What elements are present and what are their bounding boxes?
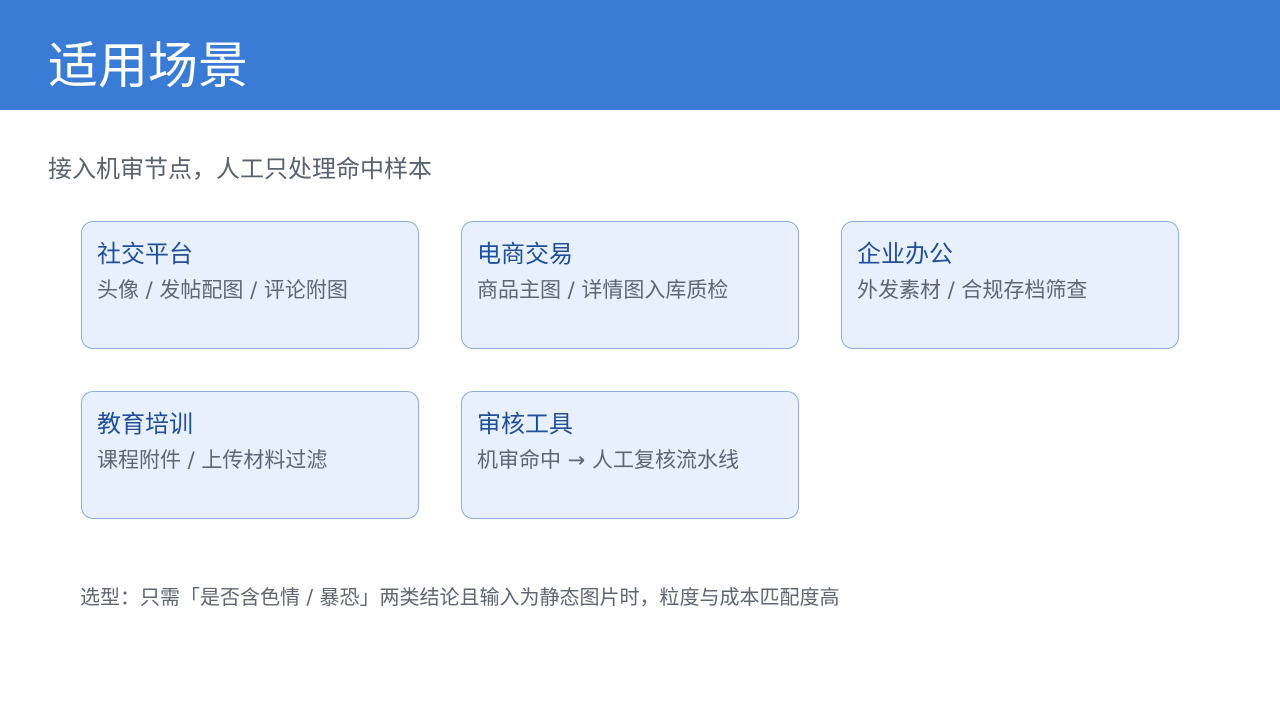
page-subtitle: 接入机审节点，人工只处理命中样本 [48,155,432,183]
card-title: 审核工具 [477,410,573,438]
page-title: 适用场景 [48,37,248,95]
card-description: 机审命中 → 人工复核流水线 [477,448,739,472]
header-bar: 适用场景 [0,0,1280,110]
card-title: 电商交易 [477,240,573,268]
card-title: 教育培训 [97,410,193,438]
card-title: 社交平台 [97,240,193,268]
selection-footnote: 选型：只需「是否含色情 / 暴恐」两类结论且输入为静态图片时，粒度与成本匹配度高 [80,585,840,609]
scenario-card-education: 教育培训 课程附件 / 上传材料过滤 [81,391,419,519]
scenario-card-ecommerce: 电商交易 商品主图 / 详情图入库质检 [461,221,799,349]
scenario-card-office: 企业办公 外发素材 / 合规存档筛查 [841,221,1179,349]
card-description: 商品主图 / 详情图入库质检 [477,278,729,302]
card-title: 企业办公 [857,240,953,268]
card-description: 课程附件 / 上传材料过滤 [97,448,328,472]
scenario-card-social: 社交平台 头像 / 发帖配图 / 评论附图 [81,221,419,349]
card-description: 外发素材 / 合规存档筛查 [857,278,1088,302]
scenario-card-review-tools: 审核工具 机审命中 → 人工复核流水线 [461,391,799,519]
card-description: 头像 / 发帖配图 / 评论附图 [97,278,348,302]
